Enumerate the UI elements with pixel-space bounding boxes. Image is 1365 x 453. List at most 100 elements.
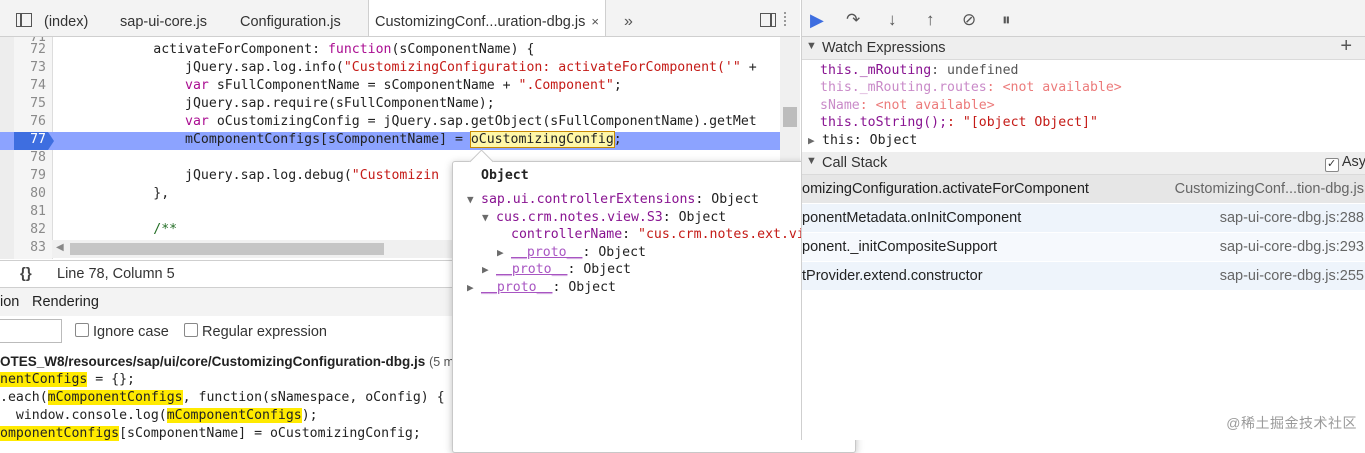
collapsed-triangle-icon[interactable]: ▶ bbox=[482, 263, 496, 276]
step-into-icon[interactable]: ↓ bbox=[888, 10, 897, 30]
collapsed-triangle-icon[interactable]: ▶ bbox=[467, 281, 481, 294]
tab-customizing-config[interactable]: CustomizingConf...uration-dbg.js × bbox=[368, 0, 606, 36]
frame-location[interactable]: sap-ui-core-dbg.js:255 bbox=[1220, 262, 1364, 290]
expanded-triangle-icon[interactable]: ▼ bbox=[482, 211, 496, 224]
drawer-tab-partial[interactable]: ion bbox=[0, 294, 19, 310]
tree-node[interactable]: ▶ __proto__: Object bbox=[482, 262, 631, 277]
code-line[interactable]: 77 mComponentConfigs[sComponentName] = o… bbox=[0, 131, 780, 150]
tree-node[interactable]: ▼ cus.crm.notes.view.S3: Object bbox=[482, 210, 726, 225]
line-number[interactable]: 81 bbox=[14, 204, 46, 219]
ignore-case-checkbox[interactable] bbox=[75, 323, 89, 337]
async-checkbox[interactable]: ✓ bbox=[1324, 158, 1339, 172]
watch-item[interactable]: this._mRouting.routes: <not available> bbox=[820, 80, 1122, 95]
drag-handle-icon[interactable] bbox=[784, 12, 792, 26]
deactivate-breakpoints-icon[interactable]: ⊘ bbox=[962, 10, 976, 30]
ignore-case-option[interactable]: Ignore case bbox=[75, 323, 169, 340]
regex-option[interactable]: Regular expression bbox=[184, 323, 327, 340]
line-number[interactable]: 82 bbox=[14, 222, 46, 237]
code-line[interactable]: 73 jQuery.sap.log.info("CustomizingConfi… bbox=[0, 60, 780, 78]
line-number[interactable]: 72 bbox=[14, 42, 46, 57]
search-result-line[interactable]: omponentConfigs[sComponentName] = oCusto… bbox=[0, 426, 421, 441]
tree-value: : Object bbox=[552, 280, 616, 295]
line-number[interactable]: 74 bbox=[14, 78, 46, 93]
search-result-line[interactable]: .each(mComponentConfigs, function(sNames… bbox=[0, 390, 445, 405]
call-frame[interactable]: ponent._initCompositeSupport sap-ui-core-… bbox=[802, 233, 1365, 262]
line-code: }, bbox=[58, 186, 170, 201]
collapsed-triangle-icon[interactable]: ▶ bbox=[497, 246, 511, 259]
code-line[interactable]: 75 jQuery.sap.require(sFullComponentName… bbox=[0, 96, 780, 114]
line-code: /** bbox=[153, 222, 178, 237]
tree-node[interactable]: ▶ __proto__: Object bbox=[467, 280, 616, 295]
regex-checkbox[interactable] bbox=[184, 323, 198, 337]
debugger-toolbar: ▶ ↷ ↓ ↑ ⊘ ⏸ bbox=[802, 0, 1365, 37]
tree-node[interactable]: ▼ sap.ui.controllerExtensions: Object bbox=[467, 192, 759, 207]
scroll-thumb[interactable] bbox=[70, 243, 384, 255]
hovered-token[interactable]: oCustomizingConfig bbox=[469, 131, 615, 148]
line-number[interactable]: 79 bbox=[14, 168, 46, 183]
scroll-thumb[interactable] bbox=[783, 107, 797, 127]
frame-location[interactable]: sap-ui-core-dbg.js:293 bbox=[1220, 233, 1364, 261]
tab-configuration[interactable]: Configuration.js bbox=[240, 0, 341, 36]
tab-index[interactable]: (index) bbox=[44, 0, 88, 36]
step-over-icon[interactable]: ↷ bbox=[846, 10, 860, 30]
line-code: jQuery.sap.log.debug("Customizin bbox=[58, 168, 440, 183]
pause-on-exceptions-icon[interactable]: ⏸ bbox=[1002, 10, 1011, 30]
watch-item[interactable]: sName: <not available> bbox=[820, 98, 995, 113]
call-frame[interactable]: tProvider.extend.constructor sap-ui-core-… bbox=[802, 262, 1365, 291]
line-code: mComponentConfigs[sComponentName] = oCus… bbox=[58, 131, 622, 148]
frame-function: tProvider.extend.constructor bbox=[802, 268, 983, 284]
toggle-debugger-icon[interactable] bbox=[760, 13, 776, 27]
step-out-icon[interactable]: ↑ bbox=[926, 10, 935, 30]
watch-expression: this.toString(); bbox=[820, 115, 948, 131]
watch-expression: this bbox=[822, 132, 854, 148]
async-label: Asy bbox=[1341, 154, 1365, 170]
collapsed-triangle-icon[interactable]: ▶ bbox=[808, 134, 822, 147]
line-number[interactable]: 77 bbox=[14, 132, 46, 147]
tree-value: : Object bbox=[695, 192, 759, 207]
watch-value: : "[object Object]" bbox=[947, 115, 1098, 131]
drawer-tab-rendering[interactable]: Rendering bbox=[32, 294, 99, 310]
code-line[interactable]: 74 var sFullComponentName = sComponentNa… bbox=[0, 78, 780, 96]
frame-location[interactable]: sap-ui-core-dbg.js:288 bbox=[1220, 204, 1364, 232]
more-tabs-icon[interactable]: » bbox=[624, 0, 633, 36]
line-number[interactable]: 78 bbox=[14, 150, 46, 165]
search-result-line[interactable]: window.console.log(mComponentConfigs); bbox=[0, 408, 318, 423]
search-match: omponentConfigs bbox=[0, 426, 120, 441]
watch-expression: sName bbox=[820, 97, 860, 113]
call-frame[interactable]: omizingConfiguration.activateForComponen… bbox=[802, 175, 1365, 204]
close-tab-icon[interactable]: × bbox=[591, 14, 599, 29]
resume-icon[interactable]: ▶ bbox=[810, 10, 824, 31]
add-watch-icon[interactable]: + bbox=[1340, 35, 1352, 58]
toggle-navigator-icon[interactable] bbox=[16, 13, 32, 27]
watch-value: : undefined bbox=[931, 63, 1019, 78]
collapse-triangle-icon: ▼ bbox=[806, 40, 817, 52]
tree-node[interactable]: controllerName: "cus.crm.notes.ext.vie… bbox=[497, 227, 821, 242]
call-stack-header[interactable]: ▼ Call Stack ✓ Asy bbox=[802, 152, 1365, 175]
code-line[interactable]: 76 var oCustomizingConfig = jQuery.sap.g… bbox=[0, 114, 780, 132]
tree-node[interactable]: ▶ __proto__: Object bbox=[497, 245, 646, 260]
async-option[interactable]: ✓ Asy bbox=[1324, 154, 1365, 172]
line-number[interactable]: 80 bbox=[14, 186, 46, 201]
frame-location[interactable]: CustomizingConf...tion-dbg.js bbox=[1175, 175, 1364, 203]
tree-key: __proto__ bbox=[481, 280, 553, 295]
call-frame[interactable]: ponentMetadata.onInitComponent sap-ui-cor… bbox=[802, 204, 1365, 233]
tab-sap-ui-core[interactable]: sap-ui-core.js bbox=[120, 0, 207, 36]
watch-item[interactable]: this.toString();: "[object Object]" bbox=[820, 115, 1098, 130]
line-number[interactable]: 75 bbox=[14, 96, 46, 111]
search-result-line[interactable]: nentConfigs = {}; bbox=[0, 372, 135, 387]
line-number[interactable]: 83 bbox=[14, 240, 46, 255]
expanded-triangle-icon[interactable]: ▼ bbox=[467, 193, 481, 206]
tree-value: : Object bbox=[662, 209, 727, 225]
search-file-header[interactable]: OTES_W8/resources/sap/ui/core/Customizin… bbox=[0, 354, 454, 369]
search-input[interactable] bbox=[0, 319, 62, 343]
line-number[interactable]: 73 bbox=[14, 60, 46, 75]
search-file-path: OTES_W8/resources/sap/ui/core/Customizin… bbox=[0, 354, 426, 369]
scroll-left-icon[interactable]: ◀ bbox=[56, 242, 64, 253]
line-number[interactable]: 76 bbox=[14, 114, 46, 129]
code-line[interactable]: 72 activateForComponent: function(sCompo… bbox=[0, 42, 780, 60]
pretty-print-button[interactable]: {} bbox=[20, 265, 32, 282]
object-popover: Object ▼ sap.ui.controllerExtensions: Obj… bbox=[452, 149, 856, 453]
watch-item[interactable]: ▶ this: Object bbox=[808, 133, 917, 148]
watch-item[interactable]: this._mRouting: undefined bbox=[820, 63, 1019, 78]
watch-expressions-header[interactable]: ▼ Watch Expressions + bbox=[802, 35, 1365, 60]
